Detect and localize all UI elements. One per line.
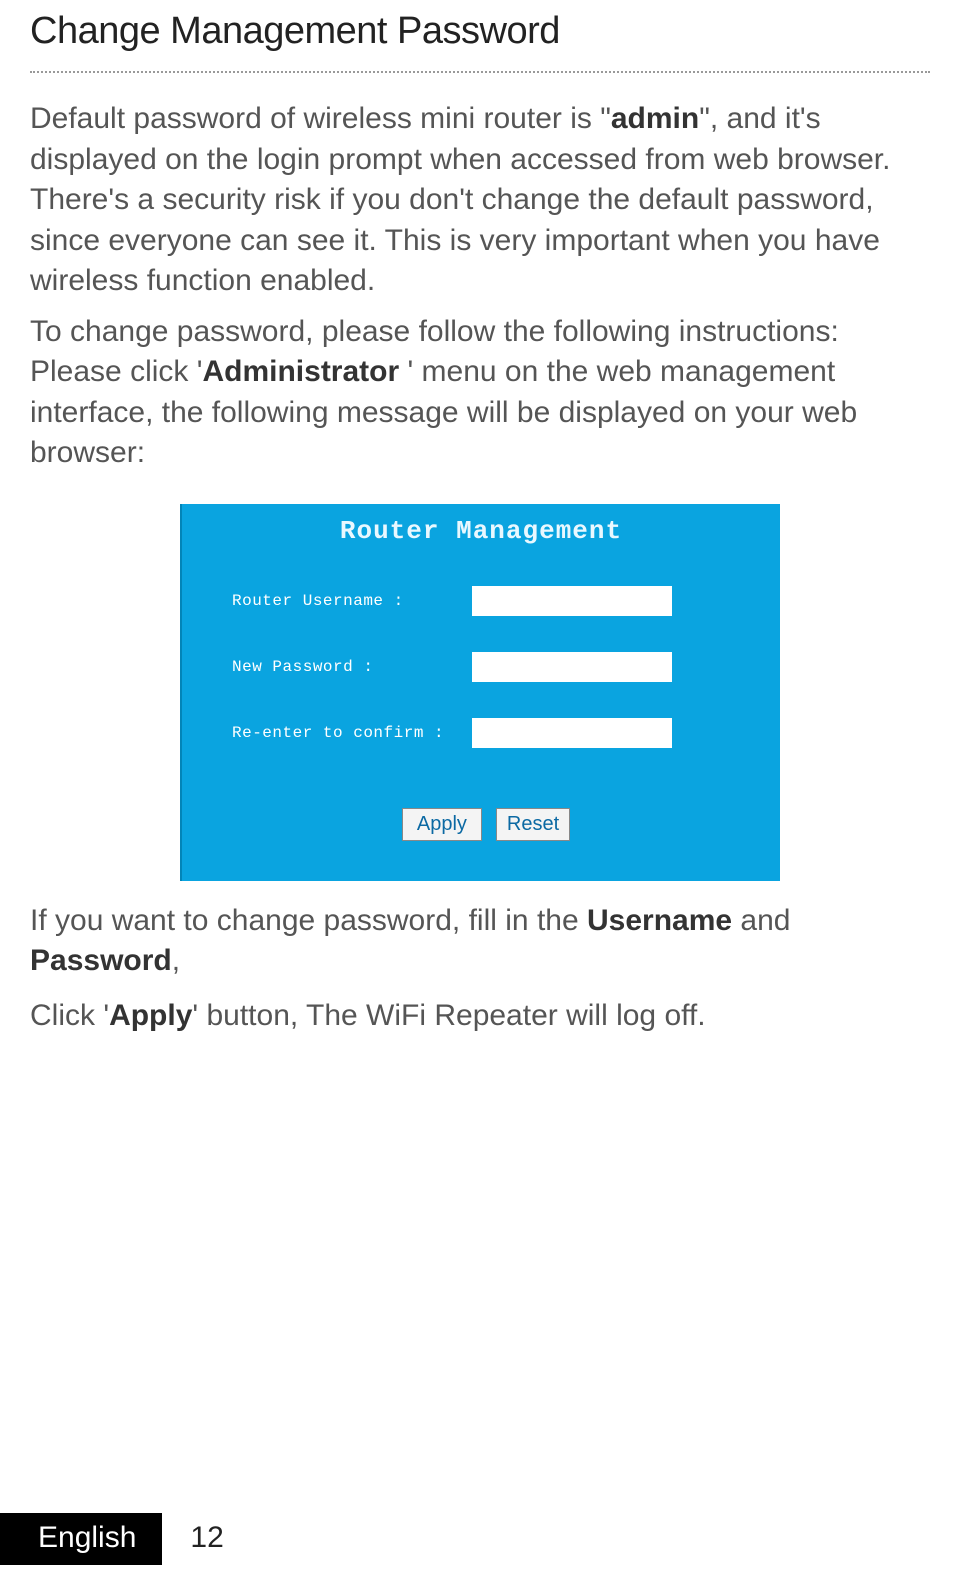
apply-button[interactable]: Apply (402, 808, 482, 841)
input-new-password[interactable] (472, 652, 672, 682)
text-span: Click ' (30, 999, 109, 1032)
input-router-username[interactable] (472, 586, 672, 616)
intro-paragraph-2: To change password, please follow the fo… (30, 312, 930, 474)
intro-paragraph-1: Default password of wireless mini router… (30, 99, 930, 302)
username-bold: Username (587, 904, 732, 937)
page-title: Change Management Password (30, 10, 930, 53)
administrator-menu-label: Administrator (202, 355, 399, 388)
label-new-password: New Password : (232, 658, 472, 676)
router-form: Router Username : New Password : Re-ente… (182, 552, 780, 851)
post-paragraph-2: Click 'Apply' button, The WiFi Repeater … (30, 996, 930, 1037)
row-confirm-password: Re-enter to confirm : (232, 718, 740, 748)
footer-language: English (0, 1513, 162, 1565)
row-new-password: New Password : (232, 652, 740, 682)
label-router-username: Router Username : (232, 592, 472, 610)
reset-button[interactable]: Reset (496, 808, 570, 841)
text-span: Default password of wireless mini router… (30, 102, 611, 135)
button-row: Apply Reset (232, 808, 740, 841)
label-confirm-password: Re-enter to confirm : (232, 724, 472, 742)
apply-bold: Apply (109, 999, 192, 1032)
text-span: If you want to change password, fill in … (30, 904, 587, 937)
router-management-panel: Router Management Router Username : New … (180, 504, 780, 881)
footer: English 12 (0, 1513, 224, 1565)
post-paragraph-1: If you want to change password, fill in … (30, 901, 930, 982)
text-span: ' button, The WiFi Repeater will log off… (192, 999, 705, 1032)
input-confirm-password[interactable] (472, 718, 672, 748)
panel-title: Router Management (182, 504, 780, 552)
row-username: Router Username : (232, 586, 740, 616)
password-bold: Password (30, 944, 172, 977)
divider (30, 71, 930, 73)
text-span: , (172, 944, 180, 977)
footer-page-number: 12 (162, 1513, 223, 1565)
default-password-value: admin (611, 102, 699, 135)
text-span: and (732, 904, 790, 937)
